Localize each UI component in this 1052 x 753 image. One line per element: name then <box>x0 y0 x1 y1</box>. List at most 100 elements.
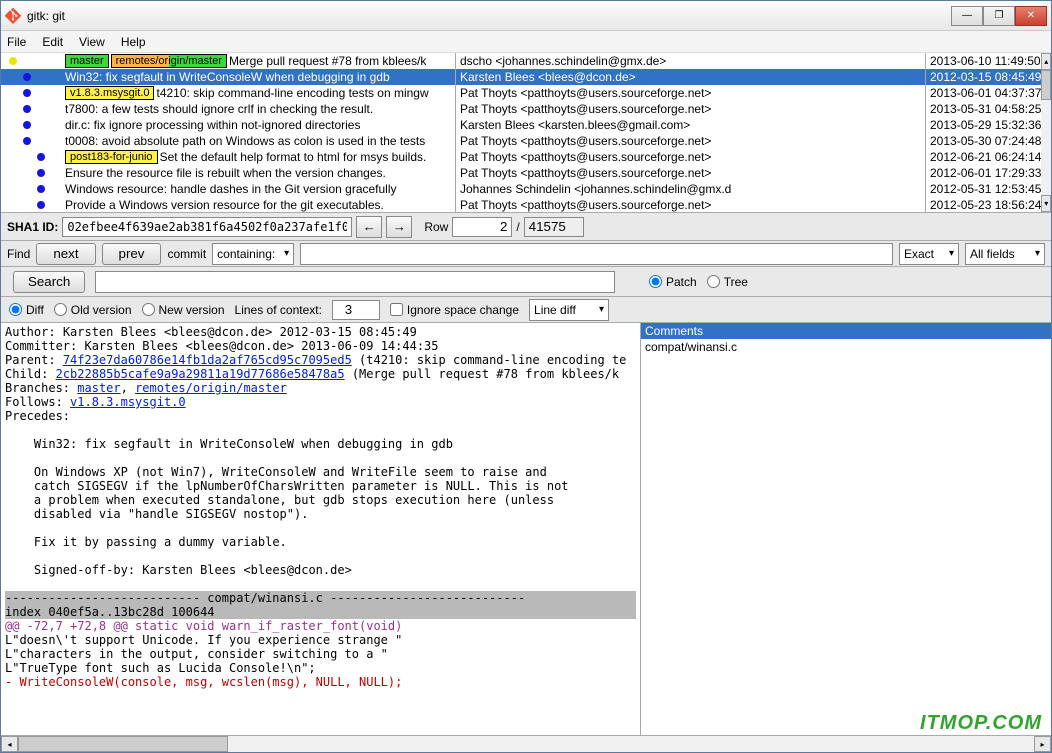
branch-remote-link[interactable]: remotes/origin/master <box>135 381 287 395</box>
find-prev-button[interactable]: prev <box>102 243 162 265</box>
back-button[interactable]: ← <box>356 216 382 238</box>
find-bar: Find next prev commit containing: Exact … <box>1 241 1051 267</box>
author-cell[interactable]: Karsten Blees <blees@dcon.de> <box>456 69 925 85</box>
author-cell[interactable]: Pat Thoyts <patthoyts@users.sourceforge.… <box>456 197 925 212</box>
author-cell[interactable]: Johannes Schindelin <johannes.schindelin… <box>456 181 925 197</box>
author-cell[interactable]: Karsten Blees <karsten.blees@gmail.com> <box>456 117 925 133</box>
follows-link[interactable]: v1.8.3.msysgit.0 <box>70 395 186 409</box>
commit-node-icon <box>37 201 45 209</box>
commit-row[interactable]: Provide a Windows version resource for t… <box>1 197 455 212</box>
new-version-radio[interactable] <box>142 303 155 316</box>
find-exact-combo[interactable]: Exact <box>899 243 959 265</box>
forward-button[interactable]: → <box>386 216 412 238</box>
watermark: ITMOP.COM <box>920 712 1042 735</box>
branch-master-link[interactable]: master <box>77 381 120 395</box>
commit-scrollbar[interactable]: ▴ ▾ <box>1041 53 1051 212</box>
scroll-left-icon[interactable]: ◂ <box>1 736 18 752</box>
date-cell[interactable]: 2012-05-31 12:53:45 <box>926 181 1041 197</box>
find-input[interactable] <box>300 243 893 265</box>
find-type-combo[interactable]: containing: <box>212 243 294 265</box>
tree-radio[interactable] <box>707 275 720 288</box>
commit-row[interactable]: Ensure the resource file is rebuilt when… <box>1 165 455 181</box>
date-cell[interactable]: 2013-05-29 15:32:36 <box>926 117 1041 133</box>
line-diff-combo[interactable]: Line diff <box>529 299 609 321</box>
close-button[interactable]: ✕ <box>1015 6 1047 26</box>
menu-file[interactable]: File <box>7 35 26 49</box>
commit-message: Merge pull request #78 from kblees/k <box>229 54 426 68</box>
search-button[interactable]: Search <box>13 271 85 293</box>
lines-context-label: Lines of context: <box>235 303 322 317</box>
ignore-space-checkbox[interactable] <box>390 303 403 316</box>
commit-row[interactable]: post183-for-junioSet the default help fo… <box>1 149 455 165</box>
hscroll-thumb[interactable] <box>18 736 228 752</box>
commit-row[interactable]: dir.c: fix ignore processing within not-… <box>1 117 455 133</box>
author-cell[interactable]: Pat Thoyts <patthoyts@users.sourceforge.… <box>456 165 925 181</box>
lines-context-spinner[interactable] <box>332 300 380 320</box>
ref-label[interactable]: master <box>65 54 109 68</box>
ref-label[interactable]: remotes/origin/master <box>111 54 227 68</box>
sha-input[interactable] <box>62 217 352 237</box>
author-list[interactable]: dscho <johannes.schindelin@gmx.de>Karste… <box>456 53 926 212</box>
diff-radio[interactable] <box>9 303 22 316</box>
scroll-down-icon[interactable]: ▾ <box>1041 195 1051 212</box>
author-cell[interactable]: Pat Thoyts <patthoyts@users.sourceforge.… <box>456 101 925 117</box>
commit-row[interactable]: v1.8.3.msysgit.0t4210: skip command-line… <box>1 85 455 101</box>
commit-message: dir.c: fix ignore processing within not-… <box>65 118 360 132</box>
commit-row[interactable]: Win32: fix segfault in WriteConsoleW whe… <box>1 69 455 85</box>
view-mode-bar: Patch Tree <box>641 267 1051 297</box>
horizontal-scrollbar[interactable]: ◂ ▸ <box>1 735 1051 752</box>
author-cell[interactable]: Pat Thoyts <patthoyts@users.sourceforge.… <box>456 85 925 101</box>
menubar: File Edit View Help <box>1 31 1051 53</box>
titlebar: gitk: git — ❐ ✕ <box>1 1 1051 31</box>
commit-row[interactable]: t0008: avoid absolute path on Windows as… <box>1 133 455 149</box>
ref-label[interactable]: post183-for-junio <box>65 150 158 164</box>
find-fields-combo[interactable]: All fields <box>965 243 1045 265</box>
diff-hunk-header: @@ -72,7 +72,8 @@ static void warn_if_ra… <box>5 619 636 633</box>
date-cell[interactable]: 2013-06-10 11:49:50 <box>926 53 1041 69</box>
date-cell[interactable]: 2012-05-23 18:56:24 <box>926 197 1041 212</box>
child-link[interactable]: 2cb22885b5cafe9a9a29811a19d77686e58478a5 <box>56 367 345 381</box>
parent-link[interactable]: 74f23e7da60786e14fb1da2af765cd95c7095ed5 <box>63 353 352 367</box>
scroll-up-icon[interactable]: ▴ <box>1041 53 1051 70</box>
commit-message: Provide a Windows version resource for t… <box>65 198 384 212</box>
date-cell[interactable]: 2012-06-01 17:29:33 <box>926 165 1041 181</box>
find-next-button[interactable]: next <box>36 243 95 265</box>
author-cell[interactable]: Pat Thoyts <patthoyts@users.sourceforge.… <box>456 149 925 165</box>
maximize-button[interactable]: ❐ <box>983 6 1015 26</box>
diff-pane[interactable]: Author: Karsten Blees <blees@dcon.de> 20… <box>1 323 641 735</box>
diff-options-bar: Diff Old version New version Lines of co… <box>1 297 641 323</box>
minimize-button[interactable]: — <box>951 6 983 26</box>
date-cell[interactable]: 2012-06-21 06:24:14 <box>926 149 1041 165</box>
date-cell[interactable]: 2012-03-15 08:45:49 <box>926 69 1041 85</box>
commit-node-icon <box>23 73 31 81</box>
commit-row[interactable]: masterremotes/origin/masterMerge pull re… <box>1 53 455 69</box>
commit-list[interactable]: masterremotes/origin/masterMerge pull re… <box>1 53 456 212</box>
date-list[interactable]: 2013-06-10 11:49:502012-03-15 08:45:4920… <box>926 53 1051 212</box>
author-cell[interactable]: dscho <johannes.schindelin@gmx.de> <box>456 53 925 69</box>
file-list-pane[interactable]: Comments compat/winansi.c <box>641 323 1051 735</box>
scroll-right-icon[interactable]: ▸ <box>1034 736 1051 752</box>
menu-help[interactable]: Help <box>121 35 146 49</box>
file-list-header[interactable]: Comments <box>641 323 1051 339</box>
row-number-input[interactable] <box>452 217 512 237</box>
commit-message: Ensure the resource file is rebuilt when… <box>65 166 386 180</box>
commit-row[interactable]: Windows resource: handle dashes in the G… <box>1 181 455 197</box>
author-cell[interactable]: Pat Thoyts <patthoyts@users.sourceforge.… <box>456 133 925 149</box>
commit-row[interactable]: t7800: a few tests should ignore crlf in… <box>1 101 455 117</box>
old-version-radio[interactable] <box>54 303 67 316</box>
commit-message: Set the default help format to html for … <box>160 150 427 164</box>
ref-label[interactable]: v1.8.3.msysgit.0 <box>65 86 154 100</box>
find-label: Find <box>7 247 30 261</box>
date-cell[interactable]: 2013-06-01 04:37:37 <box>926 85 1041 101</box>
date-cell[interactable]: 2013-05-31 04:58:25 <box>926 101 1041 117</box>
commit-message: Windows resource: handle dashes in the G… <box>65 182 397 196</box>
menu-view[interactable]: View <box>79 35 105 49</box>
menu-edit[interactable]: Edit <box>42 35 63 49</box>
date-cell[interactable]: 2013-05-30 07:24:48 <box>926 133 1041 149</box>
search-input[interactable] <box>95 271 615 293</box>
scroll-thumb[interactable] <box>1041 70 1051 100</box>
file-item[interactable]: compat/winansi.c <box>641 339 1051 355</box>
patch-radio[interactable] <box>649 275 662 288</box>
search-bar: Search <box>1 267 641 297</box>
sha-bar: SHA1 ID: ← → Row / <box>1 213 1051 241</box>
